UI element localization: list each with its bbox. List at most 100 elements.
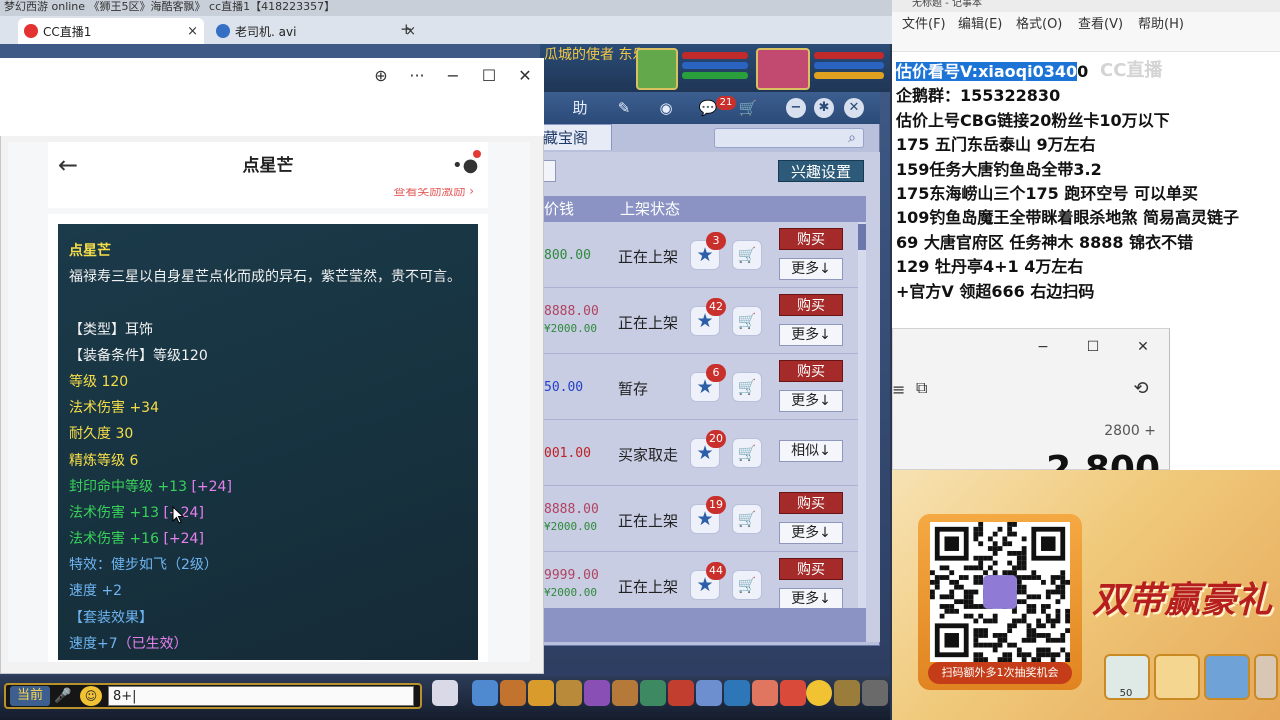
gift-icon[interactable]: [752, 680, 778, 706]
menu-help[interactable]: 帮助(H): [1138, 16, 1184, 34]
help-button[interactable]: 助: [570, 98, 590, 118]
scrollbar-thumb[interactable]: [858, 224, 866, 250]
mail-icon[interactable]: [724, 680, 750, 706]
chat-channel-button[interactable]: 当前: [10, 686, 50, 706]
close-icon[interactable]: ✕: [844, 98, 864, 118]
close-icon[interactable]: ✕: [510, 62, 540, 90]
globe-icon[interactable]: ⊕: [366, 62, 396, 90]
map-icon[interactable]: [696, 680, 722, 706]
table-row[interactable]: 8888.00 ¥2000.00 正在上架 ★ 42 🛒 购买 更多↓: [540, 290, 858, 354]
stat-value: 法术伤害 +16: [69, 531, 159, 548]
cart-icon[interactable]: 🛒: [732, 240, 762, 270]
item-stat-magic: 法术伤害 +13 [+24]: [69, 500, 467, 526]
similar-button[interactable]: 相似↓: [779, 440, 843, 462]
settings-icon[interactable]: ✱: [814, 98, 834, 118]
text-line: 企鹅群：155322830: [896, 86, 1061, 106]
table-row[interactable]: 8888.00 ¥2000.00 正在上架 ★ 19 🛒 购买 更多↓: [540, 488, 858, 552]
buy-button[interactable]: 购买: [779, 294, 843, 316]
close-icon[interactable]: ✕: [1128, 336, 1158, 358]
table-row[interactable]: 50.00 暂存 ★ 6 🛒 购买 更多↓: [540, 356, 858, 420]
table-row[interactable]: 800.00 正在上架 ★ 3 🛒 购买 更多↓: [540, 224, 858, 288]
more-options-icon[interactable]: ···: [402, 62, 432, 90]
more-button[interactable]: 更多↓: [779, 390, 843, 412]
message-icon[interactable]: 💬: [698, 98, 718, 118]
microphone-icon[interactable]: 🎤: [54, 686, 72, 706]
maximize-icon[interactable]: ☐: [474, 62, 504, 90]
keep-on-top-icon[interactable]: ⧉: [916, 378, 942, 404]
text-line: 69 大唐官府区 任务神木 8888 锦衣不错: [896, 232, 1194, 252]
hamburger-icon[interactable]: ≡: [892, 380, 906, 402]
interest-settings-button[interactable]: 兴趣设置: [778, 160, 864, 182]
record-icon[interactable]: ◉: [656, 98, 676, 118]
item-special: 特效：健步如飞（2级）: [69, 557, 218, 574]
friend-icon[interactable]: [640, 680, 666, 706]
stat-value: 法术伤害 +13: [69, 504, 159, 521]
emoji-icon[interactable]: ☺: [80, 686, 102, 706]
pet-portrait[interactable]: [636, 48, 678, 90]
bag-icon[interactable]: [500, 680, 526, 706]
task-icon[interactable]: [584, 680, 610, 706]
system-icon[interactable]: [834, 680, 860, 706]
more-button[interactable]: 更多↓: [779, 522, 843, 544]
event-icon[interactable]: [780, 680, 806, 706]
shop-icon[interactable]: [668, 680, 694, 706]
minimize-icon[interactable]: −: [786, 98, 806, 118]
back-arrow-icon[interactable]: ←: [58, 152, 82, 180]
settings-menu-icon[interactable]: [862, 680, 888, 706]
history-icon[interactable]: ⟲: [1128, 376, 1154, 402]
pet-icon[interactable]: [432, 680, 458, 706]
buy-button[interactable]: 购买: [779, 360, 843, 382]
cart-icon[interactable]: 🛒: [732, 504, 762, 534]
item-set-speed: 速度+7（已生效）: [69, 631, 467, 657]
gang-icon[interactable]: [612, 680, 638, 706]
cart-icon[interactable]: 🛒: [732, 372, 762, 402]
buy-button[interactable]: 购买: [779, 558, 843, 580]
tab-video[interactable]: 老司机. avi ×: [210, 18, 422, 44]
new-tab-button[interactable]: +: [400, 18, 418, 40]
table-row[interactable]: 001.00 买家取走 ★ 20 🛒 相似↓: [540, 422, 858, 486]
item-stat-magic2: 法术伤害 +16 [+24]: [69, 526, 467, 552]
text-line: 175东海崂山三个175 跑环空号 可以单买: [896, 183, 1198, 203]
pencil-icon[interactable]: ✎: [614, 98, 634, 118]
minimize-icon[interactable]: −: [1028, 336, 1058, 358]
buy-button[interactable]: 购买: [779, 228, 843, 250]
item-icon[interactable]: [528, 680, 554, 706]
tab-cc-live[interactable]: CC直播1 ×: [18, 18, 204, 44]
cart-icon[interactable]: 🛒: [732, 438, 762, 468]
smile-icon[interactable]: [806, 680, 832, 706]
notepad-text-area[interactable]: 估价看号V:xiaoqi03400 企鹅群：155322830 估价上号CBG链接…: [896, 60, 1280, 310]
menu-view[interactable]: 查看(V): [1078, 16, 1123, 34]
price-cash: ¥2000.00: [544, 322, 597, 335]
qr-code[interactable]: [930, 522, 1070, 662]
menu-file[interactable]: 文件(F): [902, 16, 946, 34]
cart-icon[interactable]: 🛒: [732, 306, 762, 336]
more-button[interactable]: 更多↓: [779, 588, 843, 610]
more-button[interactable]: 更多↓: [779, 258, 843, 280]
cart-icon[interactable]: 🛒: [738, 98, 758, 118]
tab-cbg[interactable]: 藏宝阁: [540, 124, 612, 150]
search-icon[interactable]: ⌕: [842, 128, 862, 148]
buy-button[interactable]: 购买: [779, 492, 843, 514]
char-hp-bar: [814, 52, 884, 59]
skill-icon[interactable]: [556, 680, 582, 706]
calc-expression: 2800 +: [1104, 423, 1156, 439]
cart-icon[interactable]: 🛒: [732, 570, 762, 600]
game-npc-title: 瓜城的使者 东乐署乐师: [544, 47, 640, 63]
sublink[interactable]: 查看奖励激励 ›: [393, 188, 474, 199]
more-button[interactable]: 更多↓: [779, 324, 843, 346]
character-portrait[interactable]: [756, 48, 810, 90]
tab-close-icon[interactable]: ×: [187, 24, 198, 39]
scrollbar[interactable]: [858, 222, 866, 608]
price: 800.00: [544, 248, 591, 263]
menu-edit[interactable]: 编辑(E): [958, 16, 1002, 34]
pet-mp-bar: [682, 62, 748, 69]
chat-input[interactable]: 8+|: [108, 686, 414, 706]
gift-count: 50: [1119, 688, 1133, 699]
maximize-icon[interactable]: ☐: [1078, 336, 1108, 358]
menu-format[interactable]: 格式(O): [1016, 16, 1062, 34]
weapon-icon[interactable]: [472, 680, 498, 706]
more-dots-icon[interactable]: •●: [452, 156, 478, 176]
minimize-icon[interactable]: −: [438, 62, 468, 90]
cc-watermark: CC直播: [1100, 60, 1163, 81]
text-line: +官方V 领超666 右边扫码: [896, 281, 1095, 301]
